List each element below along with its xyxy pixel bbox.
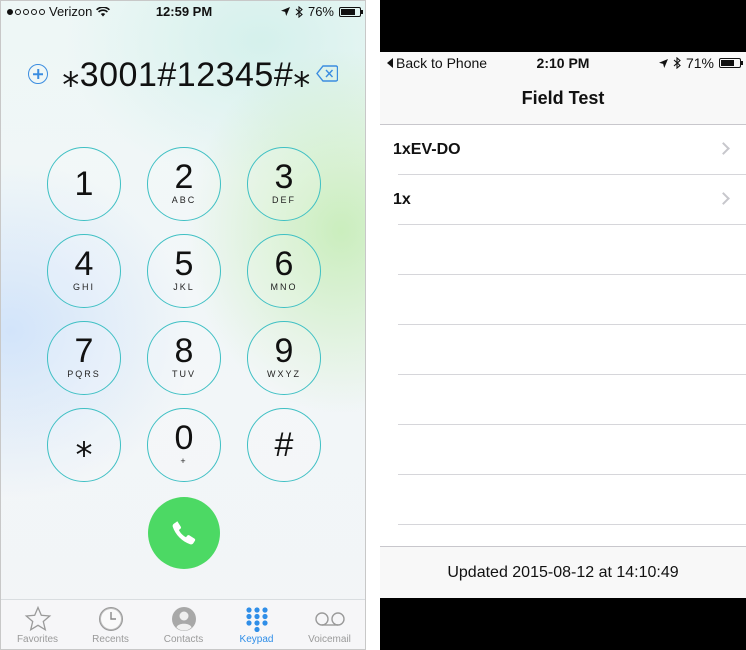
dial-row: ⁎3001#12345#⁎ <box>1 53 365 97</box>
tab-label: Favorites <box>16 634 59 645</box>
key-pound[interactable]: # <box>247 408 321 482</box>
canvas: Verizon 12:59 PM 76% ⁎3001#12345#⁎ 1 2 A… <box>0 0 746 650</box>
key-digit: ⁎ <box>75 426 93 464</box>
clock-icon <box>98 607 123 631</box>
key-digit: 1 <box>74 165 94 203</box>
key-9[interactable]: 9 WXYZ <box>247 321 321 395</box>
key-7[interactable]: 7 PQRS <box>47 321 121 395</box>
key-digit: 5 <box>174 245 194 283</box>
list-item-1x[interactable]: 1x <box>393 175 746 225</box>
key-letters: GHI <box>72 282 95 292</box>
key-3[interactable]: 3 DEF <box>247 147 321 221</box>
key-letters: PQRS <box>67 369 101 379</box>
key-digit: 2 <box>174 158 194 196</box>
tab-label: Contacts <box>163 634 204 645</box>
phone-icon <box>172 521 196 545</box>
empty-row <box>398 375 746 425</box>
key-digit: 0 <box>174 419 194 457</box>
field-test-screen: Back to Phone 2:10 PM 71% Field Test 1xE… <box>380 52 746 598</box>
key-letters: + <box>180 456 188 466</box>
status-right: 76% <box>280 4 363 19</box>
key-2[interactable]: 2 ABC <box>147 147 221 221</box>
key-letters: ABC <box>171 195 197 205</box>
empty-row <box>398 225 746 275</box>
contacts-icon <box>171 607 196 631</box>
call-button[interactable] <box>148 497 220 569</box>
key-0[interactable]: 0 + <box>147 408 221 482</box>
battery-percent: 71% <box>685 55 714 71</box>
key-letters: WXYZ <box>267 369 301 379</box>
chevron-right-icon <box>717 142 730 155</box>
bluetooth-icon <box>673 57 681 69</box>
empty-row <box>398 425 746 475</box>
status-bar: Verizon 12:59 PM 76% <box>1 1 365 21</box>
key-digit: 6 <box>274 245 294 283</box>
key-digit: 4 <box>74 245 94 283</box>
page-title: Field Test <box>521 88 605 108</box>
key-digit: 7 <box>74 332 94 370</box>
key-digit: 3 <box>274 158 294 196</box>
tab-keypad[interactable]: Keypad <box>220 606 293 645</box>
key-5[interactable]: 5 JKL <box>147 234 221 308</box>
key-letters: DEF <box>272 195 296 205</box>
tab-label: Recents <box>92 634 129 645</box>
key-letters: MNO <box>270 282 298 292</box>
empty-row <box>398 475 746 525</box>
add-contact-icon[interactable] <box>28 64 48 84</box>
tab-label: Keypad <box>239 634 274 645</box>
list-item-label: 1x <box>393 191 411 208</box>
chevron-right-icon <box>717 192 730 205</box>
key-8[interactable]: 8 TUV <box>147 321 221 395</box>
key-digit: 9 <box>274 332 294 370</box>
nav-bar: Field Test <box>380 72 746 125</box>
battery-icon <box>719 58 743 68</box>
list-item-1xev-do[interactable]: 1xEV-DO <box>393 125 746 175</box>
key-letters: TUV <box>172 369 196 379</box>
key-digit: 8 <box>174 332 194 370</box>
keypad-screen: Verizon 12:59 PM 76% ⁎3001#12345#⁎ 1 2 A… <box>0 0 366 650</box>
delete-icon[interactable] <box>316 65 338 82</box>
tab-label: Voicemail <box>308 634 351 645</box>
tab-bar: Favorites Recents Contacts Keypad Voicem… <box>1 599 365 649</box>
empty-row <box>398 325 746 375</box>
voicemail-icon <box>314 612 345 626</box>
status-bar: Back to Phone 2:10 PM 71% <box>380 52 746 72</box>
battery-percent: 76% <box>307 4 334 19</box>
empty-row <box>398 275 746 325</box>
tab-favorites[interactable]: Favorites <box>1 606 74 645</box>
key-digit: # <box>274 426 294 464</box>
key-letters: JKL <box>173 282 195 292</box>
bluetooth-icon <box>295 5 303 18</box>
tab-recents[interactable]: Recents <box>74 606 147 645</box>
list-item-label: 1xEV-DO <box>393 141 461 158</box>
dialed-number: ⁎3001#12345#⁎ <box>62 56 311 94</box>
tab-voicemail[interactable]: Voicemail <box>293 606 365 645</box>
key-4[interactable]: 4 GHI <box>47 234 121 308</box>
field-test-list: 1xEV-DO 1x <box>380 125 746 525</box>
status-right: 71% <box>658 55 743 71</box>
star-icon <box>24 606 51 632</box>
location-arrow-icon <box>280 7 290 16</box>
key-star[interactable]: ⁎ <box>47 408 121 482</box>
field-test-phone: Back to Phone 2:10 PM 71% Field Test 1xE… <box>380 0 746 650</box>
updated-timestamp: Updated 2015-08-12 at 14:10:49 <box>447 564 679 581</box>
battery-icon <box>339 6 363 17</box>
toolbar-footer: Updated 2015-08-12 at 14:10:49 <box>380 546 746 598</box>
tab-contacts[interactable]: Contacts <box>147 606 220 645</box>
key-1[interactable]: 1 <box>47 147 121 221</box>
location-arrow-icon <box>658 58 668 68</box>
keypad-icon <box>245 607 268 632</box>
key-6[interactable]: 6 MNO <box>247 234 321 308</box>
